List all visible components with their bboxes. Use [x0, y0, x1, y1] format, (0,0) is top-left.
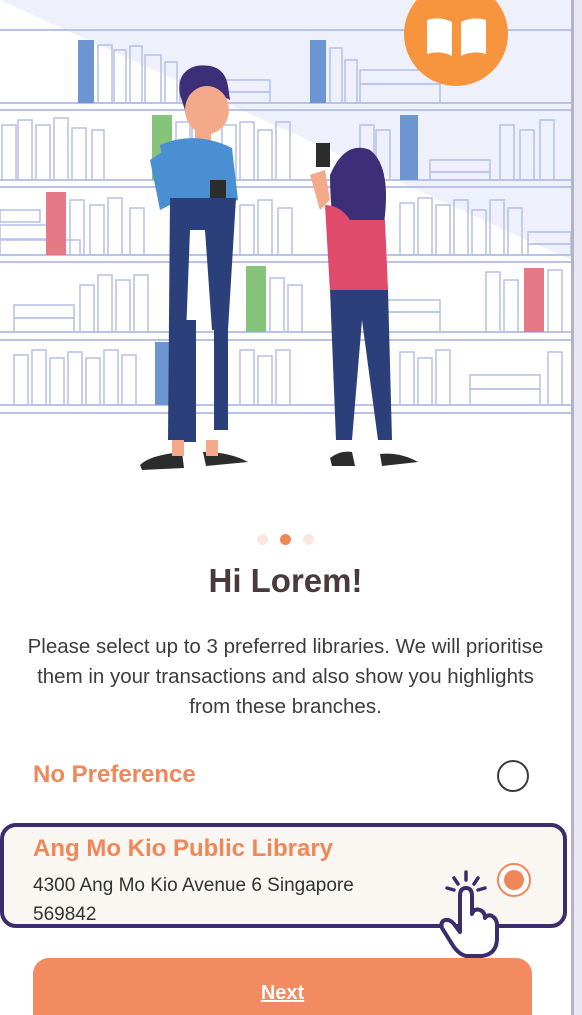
page-description: Please select up to 3 preferred librarie… — [27, 635, 544, 718]
page-indicator — [0, 534, 571, 545]
page-dot[interactable] — [257, 534, 268, 545]
onboarding-screen: Hi Lorem! Please select up to 3 preferre… — [0, 0, 574, 1015]
option-no-preference-label[interactable]: No Preference — [33, 761, 196, 789]
page-dot[interactable] — [303, 534, 314, 545]
hand-pointer-icon — [439, 870, 499, 958]
page-title: Hi Lorem! — [208, 562, 363, 599]
no-preference-radio[interactable] — [497, 760, 529, 792]
library-illustration — [0, 0, 571, 480]
library-postal-code: 569842 — [33, 904, 97, 925]
library-address-line1: 4300 Ang Mo Kio Avenue 6 Singapore — [33, 875, 354, 896]
library-name[interactable]: Ang Mo Kio Public Library — [33, 835, 333, 863]
library-radio-selected[interactable] — [497, 863, 531, 897]
next-button[interactable]: Next — [33, 958, 532, 1015]
page-dot-active[interactable] — [280, 534, 291, 545]
